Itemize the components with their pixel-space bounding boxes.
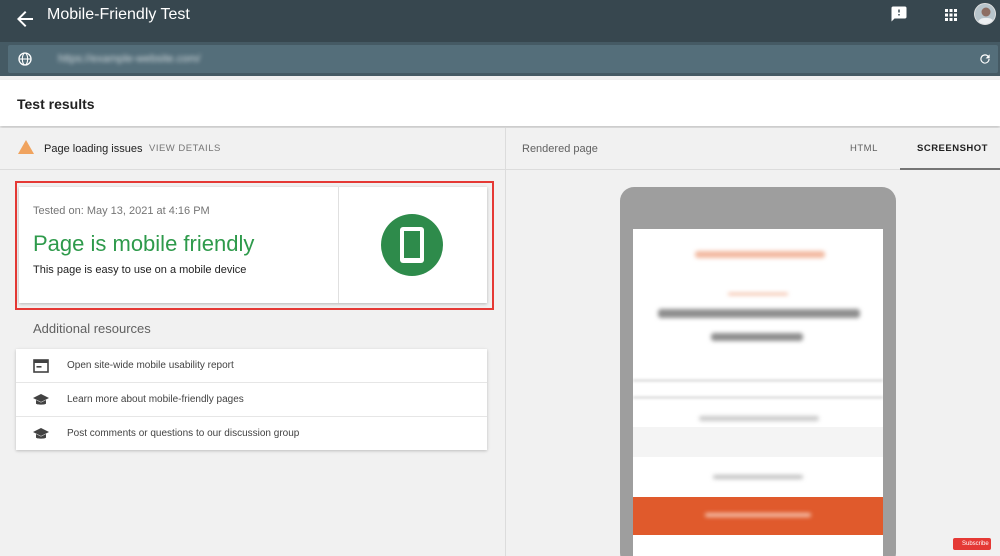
tab-html[interactable]: HTML bbox=[850, 143, 878, 155]
blurred-divider bbox=[633, 396, 883, 399]
tested-on-date: Tested on: May 13, 2021 at 4:16 PM bbox=[33, 205, 210, 217]
url-field[interactable]: https://example-website.com/ bbox=[8, 45, 998, 73]
refresh-icon[interactable] bbox=[978, 52, 992, 66]
rendered-screenshot[interactable] bbox=[633, 229, 883, 556]
results-header: Test results bbox=[0, 80, 1000, 126]
tab-screenshot[interactable]: SCREENSHOT bbox=[917, 143, 988, 155]
resource-label: Learn more about mobile-friendly pages bbox=[67, 394, 244, 405]
school-icon bbox=[33, 428, 49, 439]
url-bar: https://example-website.com/ bbox=[0, 42, 1000, 76]
report-icon bbox=[33, 359, 49, 373]
arrow-back-icon[interactable] bbox=[13, 7, 37, 31]
resource-label: Open site-wide mobile usability report bbox=[67, 360, 234, 371]
blurred-heading-line-2 bbox=[711, 333, 803, 341]
blurred-heading-line-1 bbox=[658, 309, 860, 318]
resource-item-learn-more[interactable]: Learn more about mobile-friendly pages bbox=[16, 382, 487, 415]
card-divider bbox=[338, 187, 339, 303]
smartphone-icon bbox=[400, 227, 424, 263]
app-bar: Mobile-Friendly Test bbox=[0, 0, 1000, 42]
apps-grid-icon[interactable] bbox=[942, 6, 960, 24]
additional-resources-title: Additional resources bbox=[33, 321, 151, 336]
resource-label: Post comments or questions to our discus… bbox=[67, 428, 300, 439]
warning-icon bbox=[18, 140, 34, 154]
blurred-accent-line bbox=[728, 293, 788, 295]
page-loading-issues-bar: Page loading issues VIEW DETAILS bbox=[0, 128, 505, 170]
blurred-header-text bbox=[695, 251, 825, 258]
blurred-text-line bbox=[713, 475, 803, 479]
phone-frame bbox=[620, 187, 896, 556]
results-title: Test results bbox=[17, 96, 95, 112]
resource-item-discussion-group[interactable]: Post comments or questions to our discus… bbox=[16, 416, 487, 449]
blurred-section bbox=[633, 427, 883, 457]
blurred-divider bbox=[633, 379, 883, 382]
feedback-icon[interactable] bbox=[890, 5, 908, 23]
view-details-link[interactable]: VIEW DETAILS bbox=[149, 143, 221, 155]
globe-icon bbox=[18, 52, 32, 66]
subscribe-badge[interactable]: Subscribe bbox=[953, 538, 991, 550]
verdict-title: Page is mobile friendly bbox=[33, 231, 255, 256]
blurred-cta-band bbox=[633, 497, 883, 535]
url-text[interactable]: https://example-website.com/ bbox=[58, 53, 200, 65]
blurred-text-line bbox=[699, 416, 819, 421]
active-tab-indicator bbox=[900, 168, 1000, 170]
subscribe-label: Subscribe bbox=[962, 541, 989, 547]
app-title: Mobile-Friendly Test bbox=[47, 6, 190, 23]
issues-label: Page loading issues bbox=[44, 143, 143, 155]
account-avatar[interactable] bbox=[974, 3, 996, 25]
school-icon bbox=[33, 394, 49, 405]
rendered-page-header: Rendered page HTML SCREENSHOT bbox=[506, 128, 1000, 170]
resource-item-usability-report[interactable]: Open site-wide mobile usability report bbox=[16, 349, 487, 382]
resources-list: Open site-wide mobile usability report L… bbox=[16, 349, 487, 450]
verdict-subtitle: This page is easy to use on a mobile dev… bbox=[33, 264, 247, 276]
blurred-cta-text bbox=[705, 513, 811, 517]
rendered-page-pane: Rendered page HTML SCREENSHOT bbox=[505, 128, 1000, 556]
smartphone-badge bbox=[381, 214, 443, 276]
rendered-page-title: Rendered page bbox=[522, 143, 598, 155]
result-card: Tested on: May 13, 2021 at 4:16 PM Page … bbox=[19, 187, 487, 303]
